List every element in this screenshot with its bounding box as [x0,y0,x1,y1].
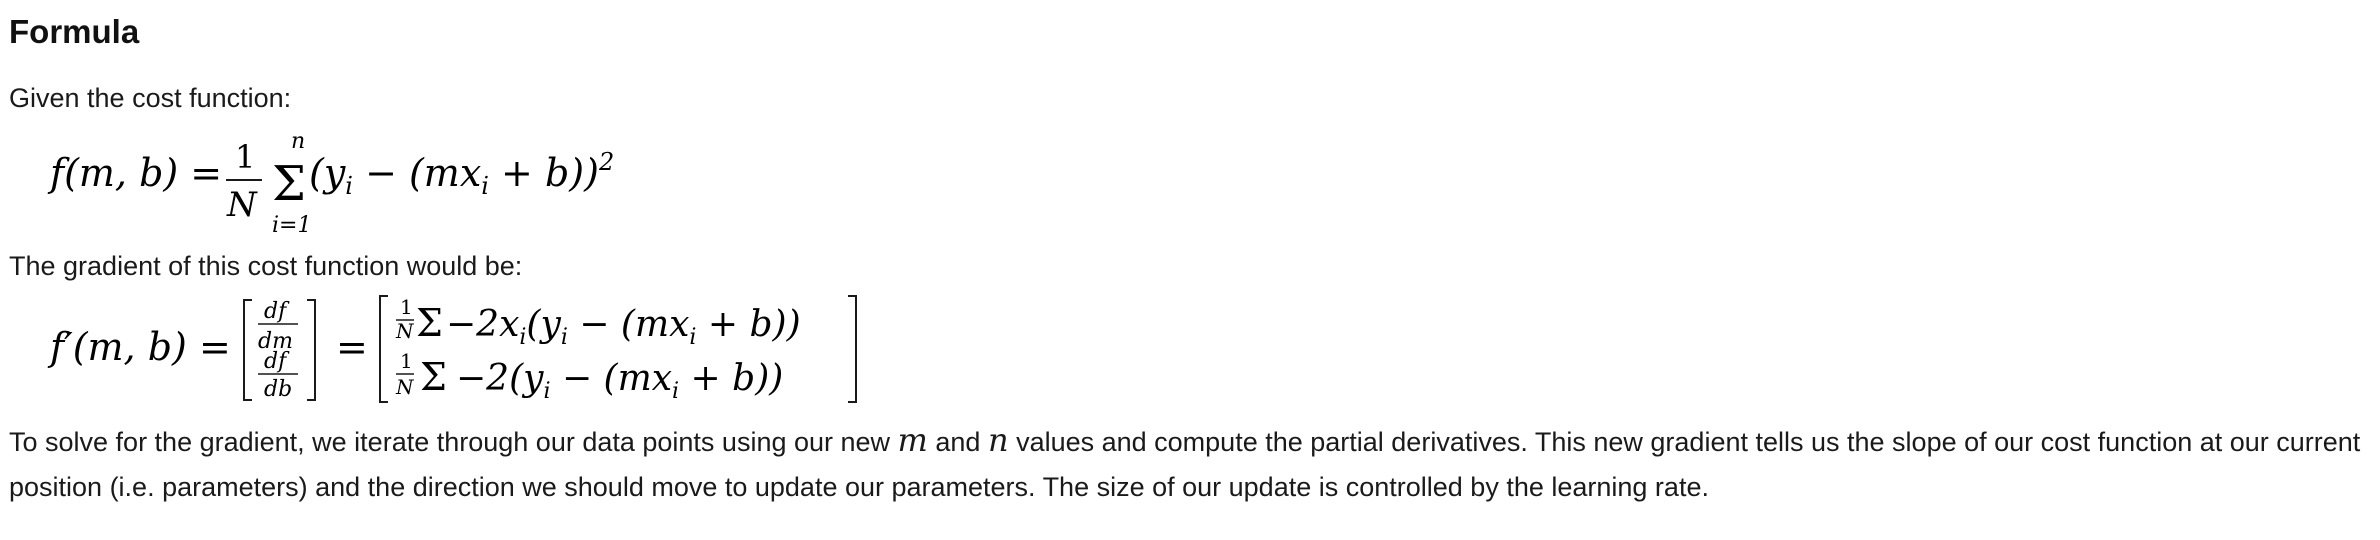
cost-function-formula: f(m, b) = 1 N n Σ i=1 (yi − (mxi + b))2 [0,118,900,238]
explanation-part-2: and [927,427,988,457]
gradient-text: The gradient of this cost function would… [9,251,523,281]
gradient-row2-den: N [395,375,415,399]
gradient-df-1: df [264,299,290,324]
gradient-lhs: f′(m, b) = [47,325,231,369]
gradient-right-bracket-1 [307,299,316,401]
cost-sum-symbol: Σ [272,156,306,212]
document-page: Formula Given the cost function: f(m, b)… [0,0,2380,540]
gradient-row2-num: 1 [400,349,413,373]
gradient-df-2: df [264,349,290,374]
gradient-row1-body: −2xi(yi − (mxi + b)) [446,304,801,350]
cost-function-svg: f(m, b) = 1 N n Σ i=1 (yi − (mxi + b))2 [47,129,614,238]
explanation-part-1: To solve for the gradient, we iterate th… [9,427,898,457]
cost-sum-lower: i=1 [272,213,311,238]
gradient-row2-sum: Σ [420,355,447,399]
gradient-svg: f′(m, b) = df dm df db = 1 N Σ −2xi(yi −… [47,295,857,404]
section-heading: Formula [9,13,140,50]
cost-lhs: f(m, b) = [47,151,222,195]
cost-body: (yi − (mxi + b))2 [309,148,614,200]
gradient-right-bracket-2 [848,295,857,403]
cost-frac-den: N [226,185,258,225]
gradient-row2-body: −2(yi − (mxi + b)) [456,358,783,404]
gradient-formula: f′(m, b) = df dm df db = 1 N Σ −2xi(yi −… [0,292,900,410]
gradient-equals: = [336,325,368,369]
cost-sum-upper: n [291,129,305,154]
intro-text: Given the cost function: [9,83,292,113]
gradient-db: db [264,377,292,402]
gradient-row1-den: N [395,319,415,343]
gradient-row1-sum: Σ [416,301,443,345]
explanation-text: To solve for the gradient, we iterate th… [9,418,2371,510]
variable-m: m [897,421,928,459]
gradient-row1-num: 1 [400,295,413,319]
variable-n: n [987,421,1009,459]
gradient-left-bracket-2 [379,295,388,403]
gradient-left-bracket-1 [243,299,252,401]
cost-frac-num: 1 [235,138,255,176]
